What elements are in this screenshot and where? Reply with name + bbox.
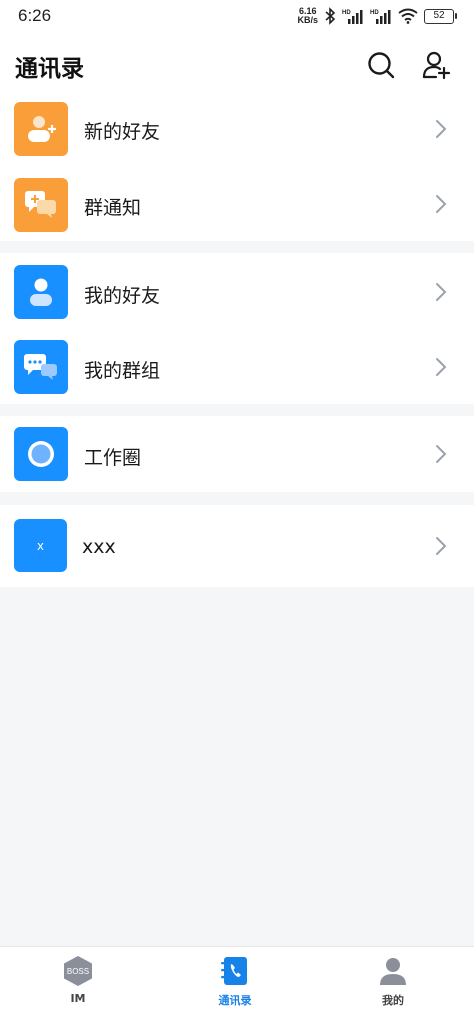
row-my-friends[interactable]: 我的好友 [0,253,474,325]
status-time: 6:26 [18,6,52,25]
work-circle-icon [14,427,68,481]
status-indicators: 6.16 KB/s HD HD 52 [297,6,457,26]
svg-text:HD: HD [370,10,379,16]
contact-avatar: x [14,519,67,572]
chevron-right-icon [436,358,447,376]
nav-label-contacts: 通讯录 [218,994,252,1007]
row-group-notice[interactable]: 群通知 [0,176,474,248]
signal-icon-2: HD [370,10,391,24]
friend-icon [14,265,68,319]
row-label-work-circle: 工作圈 [84,447,142,469]
nav-label-me: 我的 [382,994,404,1007]
row-label-contact: xxx [82,536,116,558]
boss-badge-text: BOSS [67,967,89,976]
row-new-friends[interactable]: 新的好友 [0,100,474,172]
row-my-groups[interactable]: 我的群组 [0,329,474,401]
nav-item-im[interactable]: BOSS IM [18,947,138,1010]
signal-icon: HD [342,10,363,24]
group-notice-icon [14,178,68,232]
add-user-icon[interactable] [422,50,452,80]
net-speed-unit: KB/s [297,15,318,25]
chevron-right-icon [436,120,447,138]
row-label-my-groups: 我的群组 [84,360,161,382]
contacts-book-icon [221,957,247,985]
profile-icon [380,958,406,985]
group-contacts-list: x xxx [0,505,474,587]
group-work: 工作圈 [0,416,474,492]
wifi-icon [398,8,418,24]
svg-text:HD: HD [342,10,351,16]
app-header: 通讯录 [0,34,474,100]
row-work-circle[interactable]: 工作圈 [0,416,474,488]
group-new: 新的好友 群通知 [0,100,474,241]
status-bar: 6:26 6.16 KB/s HD HD 52 [0,0,474,34]
row-contact[interactable]: x xxx [0,505,474,577]
chevron-right-icon [436,195,447,213]
chevron-right-icon [436,537,447,555]
add-friend-icon [14,102,68,156]
search-icon[interactable] [366,50,396,80]
bottom-nav: BOSS IM 通讯录 我的 [0,946,474,1010]
page-title: 通讯录 [15,56,84,82]
boss-hexagon-icon: BOSS [64,956,92,986]
nav-label-im: IM [70,992,86,1005]
row-label-new-friends: 新的好友 [84,121,161,143]
chevron-right-icon [436,445,447,463]
battery-icon: 52 [424,8,457,24]
group-chat-icon [14,340,68,394]
bluetooth-icon [325,7,336,25]
nav-item-me[interactable]: 我的 [333,947,453,1010]
row-label-group-notice: 群通知 [84,197,142,219]
avatar-letter: x [37,538,44,553]
nav-item-contacts[interactable]: 通讯录 [175,947,295,1010]
net-speed: 6.16 KB/s [297,7,318,25]
row-label-my-friends: 我的好友 [84,285,161,307]
chevron-right-icon [436,283,447,301]
group-contacts: 我的好友 我的群组 [0,253,474,404]
